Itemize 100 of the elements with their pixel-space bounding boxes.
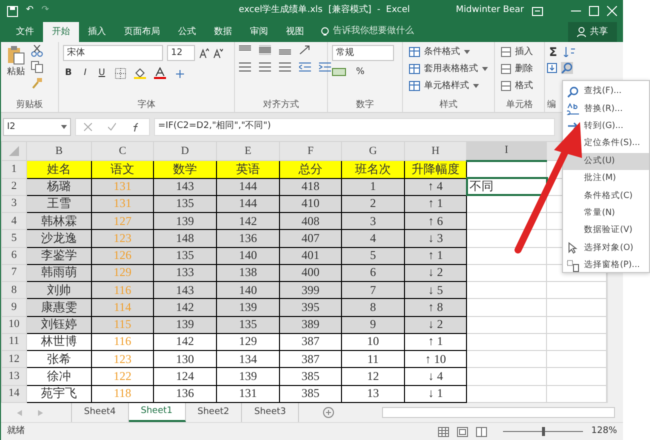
table-header-cell: 英语 <box>216 160 280 178</box>
table-header-cell: 姓名 <box>26 160 92 178</box>
table-cell: ↑ 10 <box>404 350 466 368</box>
table-cell: 400 <box>280 264 342 282</box>
window-title: excel学生成绩单.xls [兼容模式] - Excel <box>238 4 410 18</box>
user-name: Midwinter Bear <box>456 4 524 18</box>
table-cell: 116 <box>92 282 154 299</box>
table-cell: 135 <box>216 316 280 334</box>
table-cell: ↑ 8 <box>404 298 466 316</box>
group-label: 字体 <box>136 98 156 112</box>
table-cell: 124 <box>154 368 216 386</box>
table-cell: 9 <box>342 316 404 334</box>
table-cell: 139 <box>154 316 216 334</box>
group-label: 对齐方式 <box>262 98 300 112</box>
table-cell: 144 <box>216 195 280 213</box>
table-header-cell: 语文 <box>92 160 154 178</box>
table-cell: 395 <box>280 298 342 316</box>
table-header-cell: 班名次 <box>342 160 404 178</box>
table-cell: 133 <box>154 264 216 282</box>
table-cell: 143 <box>154 282 216 299</box>
table-cell: 7 <box>342 282 404 299</box>
table-cell: 沙龙逸 <box>26 230 92 248</box>
table-cell: 115 <box>92 316 154 334</box>
table-cell: 389 <box>280 316 342 334</box>
table-header-cell: 总分 <box>280 160 342 178</box>
table-cell: 123 <box>92 350 154 368</box>
table-cell: 139 <box>216 298 280 316</box>
table-cell: 135 <box>154 195 216 213</box>
table-cell: 1 <box>342 178 404 196</box>
table-cell: 张希 <box>26 350 92 368</box>
table-cell: 140 <box>216 247 280 264</box>
table-cell: 3 <box>342 212 404 230</box>
table-cell: ↑ 1 <box>404 333 466 351</box>
table-cell: 148 <box>154 230 216 248</box>
table-cell: ↓ 4 <box>404 368 466 386</box>
zoom-level: 128% <box>591 424 617 438</box>
table-cell: ↓ 2 <box>404 264 466 282</box>
table-cell: 126 <box>92 247 154 264</box>
group-label: 单元格 <box>505 98 534 112</box>
table-cell: 114 <box>92 298 154 316</box>
table-cell: 129 <box>92 264 154 282</box>
table-cell: 8 <box>342 298 404 316</box>
table-header-cell: 数学 <box>154 160 216 178</box>
table-cell: 139 <box>216 368 280 386</box>
status-text: 就绪 <box>7 424 25 438</box>
table-cell: 401 <box>280 247 342 264</box>
table-cell: 康惠雯 <box>26 298 92 316</box>
table-cell: 不同 <box>466 178 546 196</box>
table-cell: 韩雨萌 <box>26 264 92 282</box>
table-cell: 韩林霖 <box>26 212 92 230</box>
table-cell: 134 <box>216 350 280 368</box>
table-cell: 136 <box>216 230 280 248</box>
table-cell: 李鉴学 <box>26 247 92 264</box>
table-cell: ↑ 1 <box>404 247 466 264</box>
table-cell: 142 <box>154 298 216 316</box>
table-cell: 12 <box>342 368 404 386</box>
table-cell: 385 <box>280 368 342 386</box>
table-cell: 徐冲 <box>26 368 92 386</box>
table-cell: 142 <box>154 333 216 351</box>
table-cell: 116 <box>92 333 154 351</box>
table-cell: 10 <box>342 333 404 351</box>
table-cell: 127 <box>92 212 154 230</box>
table-cell: 5 <box>342 247 404 264</box>
table-cell: ↓ 2 <box>404 316 466 334</box>
table-cell: 139 <box>154 212 216 230</box>
table-cell: 387 <box>280 333 342 351</box>
table-cell: ↑ 6 <box>404 212 466 230</box>
table-cell: 387 <box>280 350 342 368</box>
table-cell: 4 <box>342 230 404 248</box>
table-cell: 399 <box>280 282 342 299</box>
table-cell: 143 <box>154 178 216 196</box>
table-cell: 6 <box>342 264 404 282</box>
table-header-cell: 升降幅度 <box>404 160 466 178</box>
table-cell: 129 <box>216 333 280 351</box>
table-cell: ↓ 5 <box>404 282 466 299</box>
group-label: 编 <box>547 98 556 112</box>
table-cell: 123 <box>92 230 154 248</box>
table-cell: 刘帅 <box>26 282 92 299</box>
table-cell: 138 <box>216 264 280 282</box>
table-cell: 2 <box>342 195 404 213</box>
table-cell: ↑ 1 <box>404 195 466 213</box>
table-cell: 144 <box>216 178 280 196</box>
group-label: 剪贴板 <box>15 98 44 112</box>
table-cell: 130 <box>154 350 216 368</box>
table-cell: 135 <box>154 247 216 264</box>
table-cell: ↓ 3 <box>404 230 466 248</box>
table-cell: 林世博 <box>26 333 92 351</box>
table-cell: ↑ 4 <box>404 178 466 196</box>
table-cell: 140 <box>216 282 280 299</box>
table-cell: 刘钰婷 <box>26 316 92 334</box>
table-cell: 131 <box>92 178 154 196</box>
table-cell: 王雪 <box>26 195 92 213</box>
table-cell: 407 <box>280 230 342 248</box>
table-cell: 杨璐 <box>26 178 92 196</box>
table-cell: 408 <box>280 212 342 230</box>
table-cell: 418 <box>280 178 342 196</box>
group-label: 样式 <box>438 98 458 112</box>
table-cell: 410 <box>280 195 342 213</box>
group-label: 数字 <box>355 98 375 112</box>
table-cell: 11 <box>342 350 404 368</box>
